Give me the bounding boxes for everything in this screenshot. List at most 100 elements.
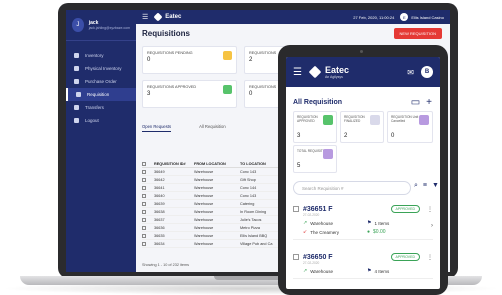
card-value: 5 [297, 163, 301, 169]
hamburger-menu-icon[interactable]: ☰ [293, 67, 302, 78]
arrow-in-icon: ↙ [303, 229, 308, 235]
tablet-screen: ☰ Eatec An Agilysys ✉ B All Requisition … [286, 57, 440, 289]
item-checkbox[interactable] [293, 206, 299, 212]
inbox-icon[interactable]: ▭ [411, 97, 420, 108]
avatar[interactable]: B [421, 66, 433, 78]
row-checkbox[interactable] [142, 169, 146, 174]
approved-check-icon [323, 115, 333, 125]
list-item[interactable]: #36651 F APPROVED ⋮ 27-02-2020 ↗ Warehous… [293, 205, 433, 240]
new-requisition-button[interactable]: NEW REQUISITION [393, 28, 442, 39]
tab-all-requisition[interactable]: All Requisition [199, 124, 226, 132]
list-item[interactable]: #36650 F APPROVED ⋮ 27-02-2020 ↗ Warehous… [293, 253, 433, 279]
requisition-id: #36650 F [303, 253, 333, 261]
column-header[interactable]: REQUISITION ID# [154, 162, 192, 166]
item-checkbox[interactable] [293, 254, 299, 260]
table-cell: 36639 [154, 201, 165, 206]
row-checkbox[interactable] [142, 233, 146, 238]
logout-icon [74, 118, 79, 123]
location-switcher[interactable]: E Ellis Island Casino [400, 13, 444, 21]
table-cell: 36634 [154, 241, 165, 246]
physical-inventory-icon [74, 66, 79, 71]
requisition-id: #36651 F [303, 205, 333, 213]
sidebar-item-logout[interactable]: Logout [66, 114, 136, 127]
card-value: 3 [147, 91, 151, 97]
sidebar-item-transfers[interactable]: Transfers [66, 101, 136, 114]
row-checkbox[interactable] [142, 225, 146, 230]
sidebar-item-label: Physical Inventory [85, 66, 122, 71]
request-date: 27-02-2020 [303, 261, 320, 265]
pagination-info: Showing 1 - 10 of 232 items [142, 263, 190, 267]
table-cell: Warehouse [194, 225, 214, 230]
datetime: 27 Feb, 2020, 11:00:24 [353, 14, 395, 20]
device-showcase: J jack jack.jahling@xyzbaze.com Inventor… [0, 0, 502, 295]
eatec-logo-icon [153, 12, 163, 22]
status-badge: APPROVED [390, 205, 420, 213]
card-value: 0 [147, 57, 151, 63]
from-location: Warehouse [310, 268, 334, 274]
page-title: All Requisition [293, 99, 342, 106]
more-options-icon[interactable]: ⋮ [427, 254, 433, 261]
sidebar-item-purchase-order[interactable]: Purchase Order [66, 75, 136, 88]
page-title: Requisitions [142, 29, 191, 38]
card-value: 0 [391, 133, 395, 139]
cancelled-icon [419, 115, 429, 125]
summary-card-pending[interactable]: REQUISITIONS PENDING 0 [142, 46, 237, 74]
inventory-icon [74, 53, 79, 58]
summary-card-cancelled[interactable]: REQUISITION Unit Cancelled 0 [387, 111, 433, 143]
hamburger-menu-icon[interactable]: ☰ [142, 13, 148, 21]
card-label: REQUISITIONS PENDING [147, 51, 193, 55]
from-location: Warehouse [310, 220, 334, 226]
sidebar-item-label: Logout [85, 118, 99, 123]
sort-icon[interactable]: ≡ [423, 182, 427, 190]
row-checkbox[interactable] [142, 217, 146, 222]
brand-logo: Eatec [153, 12, 182, 22]
summary-card-finalized[interactable]: REQUISITION FINALIZED 2 [340, 111, 384, 143]
avatar: E [400, 13, 409, 21]
transfers-icon [74, 105, 79, 110]
title-actions: ▭ + [411, 97, 432, 108]
summary-card-total[interactable]: TOTAL REQUISITION 5 [293, 145, 337, 173]
sidebar-item-label: Requisition [87, 92, 110, 97]
table-cell: Warehouse [194, 241, 214, 246]
search-input[interactable]: Search Requisition # [293, 181, 411, 195]
arrow-out-icon: ↗ [303, 268, 308, 274]
select-all-checkbox[interactable] [142, 161, 146, 166]
tab-open-requests[interactable]: Open Requests [142, 124, 172, 132]
card-value: 3 [297, 133, 301, 139]
table-cell: 36642 [154, 177, 165, 182]
arrow-out-icon: ↗ [303, 220, 308, 226]
row-checkbox[interactable] [142, 241, 146, 246]
search-icon[interactable]: ⌕ [414, 182, 418, 190]
request-tabs: Open Requests All Requisition [142, 124, 226, 132]
user-profile[interactable]: J jack jack.jahling@xyzbaze.com [66, 10, 136, 41]
table-cell: Warehouse [194, 209, 214, 214]
sidebar-item-physical-inventory[interactable]: Physical Inventory [66, 62, 136, 75]
sidebar-item-inventory[interactable]: Inventory [66, 49, 136, 62]
summary-card-approved[interactable]: REQUISITION APPROVED 3 [293, 111, 337, 143]
summary-card-approved[interactable]: REQUISITIONS APPROVED 3 [142, 80, 237, 108]
row-checkbox[interactable] [142, 177, 146, 182]
row-checkbox[interactable] [142, 201, 146, 206]
flag-icon: ⚑ [367, 268, 372, 274]
mail-icon[interactable]: ✉ [407, 68, 414, 77]
table-cell: 36649 [154, 169, 165, 174]
row-checkbox[interactable] [142, 185, 146, 190]
sidebar-nav: Inventory Physical Inventory Purchase Or… [66, 49, 136, 127]
chevron-right-icon[interactable]: › [431, 223, 433, 229]
sidebar-item-requisition[interactable]: Requisition [66, 88, 136, 101]
more-options-icon[interactable]: ⋮ [427, 206, 433, 213]
requisition-icon [76, 92, 81, 97]
card-label: REQUISITIONS APPROVED [147, 85, 197, 89]
eatec-logo-icon [308, 65, 322, 79]
add-icon[interactable]: + [426, 97, 432, 108]
row-checkbox[interactable] [142, 209, 146, 214]
column-header[interactable]: FROM LOCATION [194, 162, 238, 166]
avatar: J [72, 18, 84, 32]
row-checkbox[interactable] [142, 193, 146, 198]
sidebar-item-label: Purchase Order [85, 79, 117, 84]
flag-icon: ⚑ [367, 220, 372, 226]
brand-name: Eatec [165, 14, 182, 20]
filter-icon[interactable]: ▼ [432, 182, 439, 190]
card-value: 2 [344, 133, 348, 139]
search-tools: ⌕ ≡ ▼ [414, 182, 439, 190]
